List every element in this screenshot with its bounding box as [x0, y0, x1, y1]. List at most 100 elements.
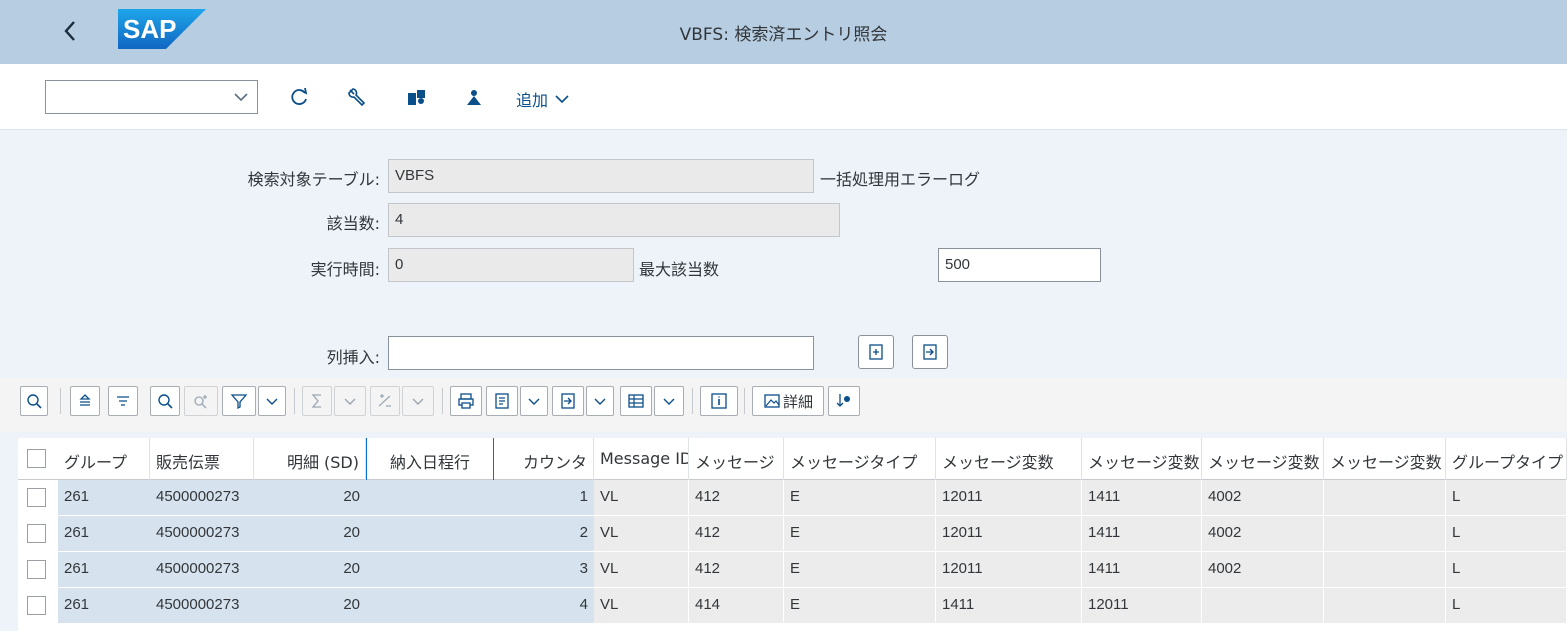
table-cell[interactable]: L: [1446, 480, 1567, 516]
table-row[interactable]: 261 4500000273 20 3 VL 412 E 12011 1411 4002 L: [18, 552, 1567, 588]
layout-menu-button[interactable]: [654, 386, 684, 416]
user-button[interactable]: [461, 84, 487, 110]
table-cell[interactable]: E: [784, 588, 936, 624]
table-cell[interactable]: 12011: [936, 480, 1082, 516]
table-cell[interactable]: E: [784, 552, 936, 588]
info-button[interactable]: [700, 386, 738, 416]
table-cell[interactable]: [1324, 552, 1446, 588]
table-cell[interactable]: 12011: [1082, 588, 1202, 624]
table-cell[interactable]: VL: [594, 588, 689, 624]
delete-column-button[interactable]: [912, 335, 948, 369]
table-cell[interactable]: 412: [689, 480, 784, 516]
find-button[interactable]: [150, 386, 180, 416]
table-cell[interactable]: 12011: [936, 552, 1082, 588]
table-cell[interactable]: [1202, 588, 1324, 624]
column-header[interactable]: メッセージ変数: [1082, 438, 1202, 480]
table-cell[interactable]: 1411: [1082, 516, 1202, 552]
more-menu[interactable]: 追加: [516, 87, 570, 111]
details-button[interactable]: 詳細: [752, 386, 824, 416]
table-cell[interactable]: 20: [254, 552, 366, 588]
table-cell[interactable]: E: [784, 480, 936, 516]
column-header[interactable]: 明細 (SD): [254, 438, 366, 480]
views-button[interactable]: [486, 386, 518, 416]
filter-menu-button[interactable]: [258, 386, 286, 416]
table-field[interactable]: VBFS: [388, 159, 814, 193]
table-cell[interactable]: 4002: [1202, 480, 1324, 516]
row-select-checkbox[interactable]: [27, 560, 46, 579]
hits-field[interactable]: 4: [388, 203, 840, 237]
export-menu-button[interactable]: [586, 386, 614, 416]
table-cell[interactable]: 1411: [1082, 552, 1202, 588]
column-header[interactable]: メッセージ変数: [1202, 438, 1324, 480]
max-hits-field[interactable]: 500: [938, 248, 1101, 282]
table-row[interactable]: 261 4500000273 20 1 VL 412 E 12011 1411 4002 L: [18, 480, 1567, 516]
column-header[interactable]: メッセージ変数: [1324, 438, 1446, 480]
table-cell[interactable]: L: [1446, 588, 1567, 624]
table-cell[interactable]: 12011: [936, 516, 1082, 552]
table-cell[interactable]: 20: [254, 516, 366, 552]
table-cell[interactable]: 3: [494, 552, 594, 588]
table-cell[interactable]: 261: [58, 588, 150, 624]
table-cell[interactable]: [366, 552, 494, 588]
table-cell[interactable]: 20: [254, 588, 366, 624]
column-header[interactable]: 販売伝票: [150, 438, 254, 480]
table-row[interactable]: 261 4500000273 20 4 VL 414 E 1411 12011 L: [18, 588, 1567, 624]
table-cell[interactable]: 412: [689, 552, 784, 588]
layout-button[interactable]: [620, 386, 652, 416]
table-cell[interactable]: 4500000273: [150, 588, 254, 624]
table-cell[interactable]: 261: [58, 516, 150, 552]
settings-button[interactable]: [344, 84, 370, 110]
select-all-checkbox[interactable]: [27, 449, 46, 468]
column-header[interactable]: メッセージタイプ: [784, 438, 936, 480]
filter-button[interactable]: [222, 386, 256, 416]
refresh-button[interactable]: [286, 84, 312, 110]
column-header[interactable]: メッセージ: [689, 438, 784, 480]
table-cell[interactable]: 261: [58, 480, 150, 516]
subtotal-menu-button[interactable]: [402, 386, 434, 416]
row-select-checkbox[interactable]: [27, 488, 46, 507]
row-select-checkbox[interactable]: [27, 596, 46, 615]
table-cell[interactable]: 4002: [1202, 552, 1324, 588]
table-cell[interactable]: L: [1446, 552, 1567, 588]
table-cell[interactable]: VL: [594, 516, 689, 552]
print-button[interactable]: [450, 386, 482, 416]
table-cell[interactable]: 4002: [1202, 516, 1324, 552]
sort-ascending-button[interactable]: [70, 386, 100, 416]
table-cell[interactable]: 1411: [936, 588, 1082, 624]
column-header[interactable]: 納入日程行: [366, 438, 494, 480]
command-field[interactable]: [45, 80, 258, 114]
views-menu-button[interactable]: [520, 386, 548, 416]
table-cell[interactable]: 2: [494, 516, 594, 552]
table-cell[interactable]: VL: [594, 480, 689, 516]
where-used-button[interactable]: [828, 386, 860, 416]
insert-column-field[interactable]: [388, 336, 814, 370]
sort-descending-button[interactable]: [108, 386, 138, 416]
column-header[interactable]: メッセージ変数: [936, 438, 1082, 480]
column-header[interactable]: Message ID: [594, 438, 689, 480]
table-cell[interactable]: L: [1446, 516, 1567, 552]
details-zoom-button[interactable]: [20, 386, 48, 416]
table-cell[interactable]: [1324, 588, 1446, 624]
table-cell[interactable]: 4500000273: [150, 516, 254, 552]
table-cell[interactable]: 412: [689, 516, 784, 552]
table-cell[interactable]: E: [784, 516, 936, 552]
table-cell[interactable]: 4500000273: [150, 480, 254, 516]
table-cell[interactable]: VL: [594, 552, 689, 588]
table-cell[interactable]: [1324, 480, 1446, 516]
table-cell[interactable]: 4: [494, 588, 594, 624]
insert-column-button[interactable]: [858, 335, 894, 369]
table-cell[interactable]: [366, 516, 494, 552]
table-cell[interactable]: [366, 480, 494, 516]
column-header[interactable]: カウンタ: [494, 438, 594, 480]
find-next-button[interactable]: [184, 386, 218, 416]
row-select-checkbox[interactable]: [27, 524, 46, 543]
table-cell[interactable]: 1: [494, 480, 594, 516]
table-cell[interactable]: 4500000273: [150, 552, 254, 588]
column-header[interactable]: グループ: [58, 438, 150, 480]
table-row[interactable]: 261 4500000273 20 2 VL 412 E 12011 1411 4002 L: [18, 516, 1567, 552]
runtime-field[interactable]: 0: [388, 248, 634, 282]
table-cell[interactable]: [366, 588, 494, 624]
table-cell[interactable]: 20: [254, 480, 366, 516]
column-header[interactable]: グループタイプ: [1446, 438, 1567, 480]
table-cell[interactable]: 1411: [1082, 480, 1202, 516]
